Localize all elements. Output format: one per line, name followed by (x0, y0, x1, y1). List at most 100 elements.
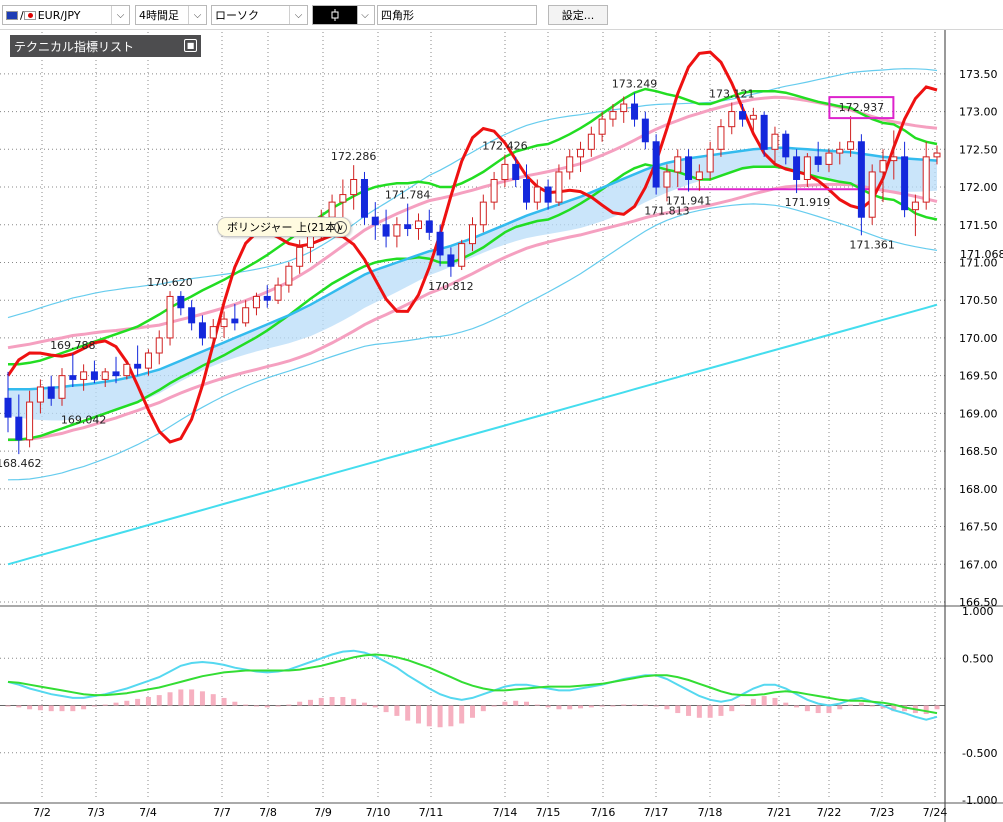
candle-up (879, 160, 887, 173)
candle-up (123, 363, 131, 377)
candle-up (663, 171, 671, 188)
candle-up (339, 194, 347, 203)
tooltip-label: ボリンジャー 上(21本) (227, 221, 341, 234)
histogram-bar (340, 696, 346, 706)
histogram-bar (405, 705, 411, 721)
candle-up (609, 111, 617, 120)
x-tick-label: 7/23 (870, 806, 895, 819)
candle-up (274, 284, 282, 301)
histogram-bar (232, 701, 238, 706)
y-tick-label: 169.50 (959, 370, 998, 383)
histogram-bar (48, 705, 54, 712)
x-tick-label: 7/21 (767, 806, 792, 819)
histogram-bar (729, 705, 735, 712)
bollinger-tooltip[interactable]: ボリンジャー 上(21本) ∨ (217, 217, 351, 237)
histogram-bar (253, 705, 259, 707)
osc-y-tick-label: 1.000 (962, 605, 994, 618)
candle-up (771, 133, 779, 150)
histogram-bar (210, 694, 216, 706)
histogram-bar (16, 705, 22, 708)
candle-up (868, 171, 876, 218)
histogram-bar (545, 705, 551, 708)
candle-up (587, 133, 595, 150)
candle-up (847, 141, 855, 150)
histogram-bar (145, 696, 151, 706)
histogram-bar (675, 705, 681, 714)
oscillator-panel (0, 649, 945, 728)
candle-up (620, 103, 628, 113)
histogram-bar (502, 701, 508, 706)
candle-up (393, 224, 401, 237)
histogram-bar (621, 704, 627, 706)
candle-up (155, 337, 163, 354)
candle-down (4, 397, 12, 418)
candle-down (90, 371, 98, 380)
price-annotation: 168.462 (0, 457, 42, 470)
candle-up (285, 265, 293, 286)
candle-up (706, 148, 714, 173)
price-annotation: 171.361 (849, 238, 895, 251)
histogram-bar (318, 697, 324, 706)
candle-up (58, 375, 66, 399)
y-tick-label: 171.50 (959, 219, 998, 232)
candle-up (717, 126, 725, 150)
histogram-bar (437, 705, 443, 728)
histogram-bar (664, 705, 670, 710)
candle-down (425, 220, 433, 233)
histogram-bar (696, 705, 702, 718)
candle-down (436, 231, 444, 256)
candle-down (857, 141, 865, 218)
candle-down (641, 118, 649, 143)
histogram-bar (556, 705, 562, 710)
candle-down (512, 163, 520, 180)
histogram-bar (394, 705, 400, 716)
histogram-bar (761, 696, 767, 706)
candle-up (101, 371, 109, 380)
candle-up (36, 386, 44, 403)
candle-down (231, 318, 239, 324)
candle-up (933, 152, 941, 158)
histogram-bar (275, 705, 281, 707)
candle-up (533, 186, 541, 203)
histogram-bar (815, 705, 821, 714)
x-tick-label: 7/8 (259, 806, 277, 819)
candle-down (447, 254, 455, 267)
price-annotation: 172.286 (331, 150, 377, 163)
candle-up (555, 171, 563, 203)
x-tick-label: 7/18 (698, 806, 723, 819)
candle-down (360, 178, 368, 218)
y-tick-label: 172.00 (959, 181, 998, 194)
x-tick-label: 7/2 (33, 806, 51, 819)
histogram-bar (102, 704, 108, 706)
histogram-bar (91, 705, 97, 707)
candle-up (144, 352, 152, 369)
histogram-bar (837, 705, 843, 710)
indicator-list-panel[interactable]: テクニカル指標リスト ■ (10, 35, 201, 57)
x-tick-label: 7/10 (366, 806, 391, 819)
candle-down (382, 224, 390, 237)
candle-up (220, 318, 228, 328)
histogram-bar (848, 704, 854, 706)
y-tick-label: 167.00 (959, 558, 998, 571)
histogram-bar (772, 697, 778, 706)
histogram-bar (578, 705, 584, 709)
candle-down (112, 371, 120, 377)
x-tick-label: 7/17 (644, 806, 669, 819)
current-price-label: 171.068 (960, 248, 1003, 261)
histogram-bar (189, 689, 195, 706)
histogram-bar (470, 705, 475, 718)
minimize-icon[interactable]: ■ (184, 39, 197, 52)
price-annotation: 169.788 (50, 339, 96, 352)
histogram-bar (804, 705, 810, 712)
candle-up (922, 156, 930, 203)
histogram-bar (329, 696, 335, 706)
histogram-bar (199, 691, 205, 706)
histogram-bar (923, 705, 929, 715)
indicator-list-title: テクニカル指標リスト (14, 39, 135, 54)
osc-y-tick-label: -0.500 (962, 747, 997, 760)
histogram-bar (491, 705, 497, 707)
histogram-bar (135, 698, 141, 706)
candle-up (728, 111, 736, 128)
x-tick-label: 7/9 (314, 806, 332, 819)
chevron-double-down-icon[interactable]: ∨ (334, 221, 347, 234)
